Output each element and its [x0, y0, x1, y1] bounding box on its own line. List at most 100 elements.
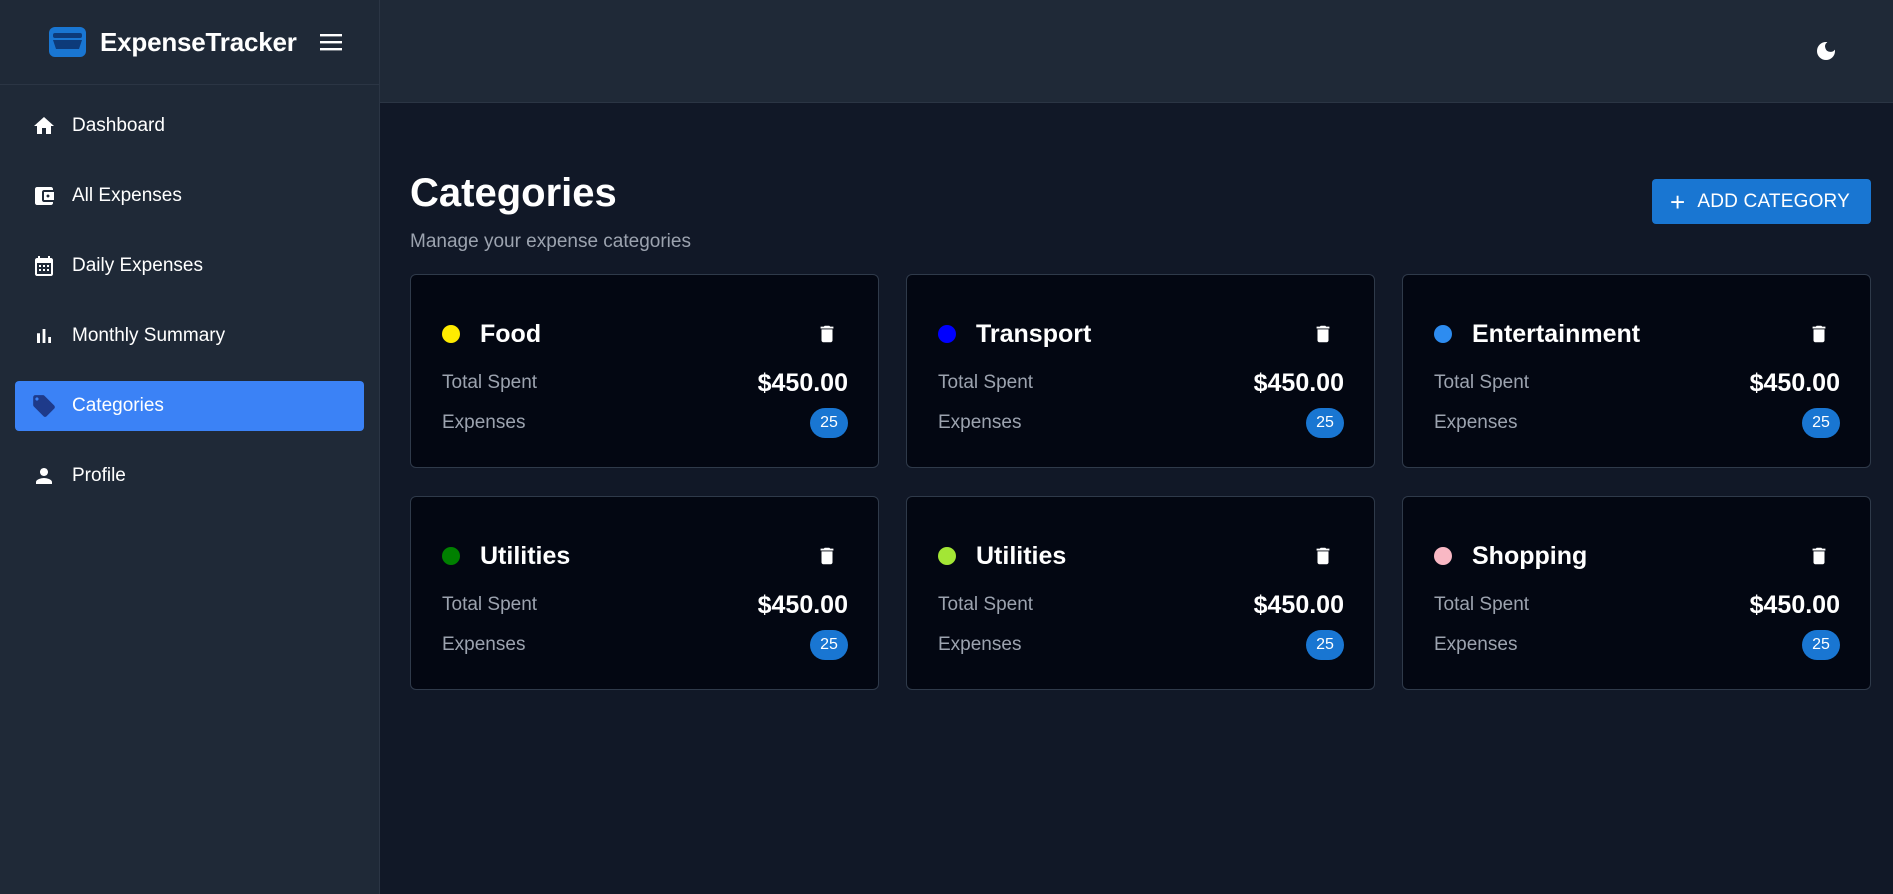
expenses-label: Expenses [442, 412, 526, 433]
category-card: Transport Total Spent $450.00 Expenses 2… [906, 274, 1375, 468]
expenses-row: Expenses 25 [938, 403, 1344, 443]
sidebar-item-label: All Expenses [72, 185, 182, 206]
total-spent-row: Total Spent $450.00 [938, 585, 1344, 625]
category-card-header: Utilities [442, 527, 848, 585]
hamburger-menu-icon[interactable] [319, 32, 343, 52]
category-color-dot [442, 547, 460, 565]
expenses-count-badge: 25 [1306, 630, 1344, 660]
sidebar-item-dashboard[interactable]: Dashboard [15, 101, 364, 151]
sidebar-item-all-expenses[interactable]: All Expenses [15, 171, 364, 221]
category-card-header: Food [442, 305, 848, 363]
sidebar-item-label: Categories [72, 395, 164, 416]
category-color-dot [1434, 325, 1452, 343]
total-spent-label: Total Spent [1434, 372, 1530, 393]
category-color-dot [1434, 547, 1452, 565]
category-color-dot [442, 325, 460, 343]
home-icon [31, 113, 57, 139]
total-spent-row: Total Spent $450.00 [442, 585, 848, 625]
sidebar-item-daily-expenses[interactable]: Daily Expenses [15, 241, 364, 291]
bar-chart-icon [31, 323, 57, 349]
total-spent-row: Total Spent $450.00 [1434, 585, 1840, 625]
expenses-label: Expenses [938, 634, 1022, 655]
total-spent-value: $450.00 [1253, 590, 1344, 619]
sidebar-item-categories[interactable]: Categories [15, 381, 364, 431]
total-spent-label: Total Spent [938, 594, 1034, 615]
expenses-count-badge: 25 [1802, 630, 1840, 660]
expenses-row: Expenses 25 [442, 625, 848, 665]
expenses-row: Expenses 25 [442, 403, 848, 443]
plus-icon: + [1669, 186, 1686, 217]
category-color-dot [938, 547, 956, 565]
expenses-row: Expenses 25 [1434, 625, 1840, 665]
sidebar-item-profile[interactable]: Profile [15, 451, 364, 501]
total-spent-value: $450.00 [1253, 368, 1344, 397]
expenses-label: Expenses [1434, 634, 1518, 655]
sidebar-item-label: Profile [72, 465, 126, 486]
total-spent-label: Total Spent [1434, 594, 1530, 615]
category-grid: Food Total Spent $450.00 Expenses 25 Tra… [410, 274, 1871, 690]
category-card: Entertainment Total Spent $450.00 Expens… [1402, 274, 1871, 468]
expenses-count-badge: 25 [1306, 408, 1344, 438]
category-name: Shopping [1472, 541, 1588, 570]
wallet-logo-icon [49, 27, 86, 57]
total-spent-value: $450.00 [757, 590, 848, 619]
sidebar-item-monthly-summary[interactable]: Monthly Summary [15, 311, 364, 361]
moon-icon[interactable] [1813, 38, 1839, 64]
category-card: Shopping Total Spent $450.00 Expenses 25 [1402, 496, 1871, 690]
main-area: Categories Manage your expense categorie… [380, 0, 1893, 894]
app-root: ExpenseTracker Dashboard All Expenses Da… [0, 0, 1893, 894]
categories-page: Categories Manage your expense categorie… [380, 103, 1893, 690]
category-card-header: Transport [938, 305, 1344, 363]
expenses-count-badge: 25 [1802, 408, 1840, 438]
page-subtitle: Manage your expense categories [410, 231, 691, 252]
delete-icon[interactable] [1308, 541, 1338, 571]
expenses-row: Expenses 25 [938, 625, 1344, 665]
category-name: Utilities [480, 541, 571, 570]
delete-icon[interactable] [1804, 319, 1834, 349]
total-spent-label: Total Spent [938, 372, 1034, 393]
category-card-header: Utilities [938, 527, 1344, 585]
total-spent-row: Total Spent $450.00 [938, 363, 1344, 403]
category-card: Utilities Total Spent $450.00 Expenses 2… [410, 496, 879, 690]
sidebar: ExpenseTracker Dashboard All Expenses Da… [0, 0, 380, 894]
category-card-header: Entertainment [1434, 305, 1840, 363]
category-name: Transport [976, 319, 1092, 348]
sidebar-item-label: Dashboard [72, 115, 165, 136]
app-name: ExpenseTracker [100, 26, 297, 57]
tag-icon [31, 393, 57, 419]
brand-header: ExpenseTracker [0, 0, 379, 85]
delete-icon[interactable] [1804, 541, 1834, 571]
sidebar-item-label: Monthly Summary [72, 325, 226, 346]
category-color-dot [938, 325, 956, 343]
total-spent-row: Total Spent $450.00 [442, 363, 848, 403]
sidebar-nav: Dashboard All Expenses Daily Expenses Mo… [0, 85, 379, 501]
expenses-label: Expenses [938, 412, 1022, 433]
total-spent-value: $450.00 [1749, 368, 1840, 397]
sidebar-item-label: Daily Expenses [72, 255, 203, 276]
category-card: Utilities Total Spent $450.00 Expenses 2… [906, 496, 1375, 690]
user-icon [31, 463, 57, 489]
calendar-icon [31, 253, 57, 279]
expenses-count-badge: 25 [810, 408, 848, 438]
delete-icon[interactable] [812, 319, 842, 349]
total-spent-value: $450.00 [1749, 590, 1840, 619]
category-card-header: Shopping [1434, 527, 1840, 585]
total-spent-value: $450.00 [757, 368, 848, 397]
add-category-label: ADD CATEGORY [1697, 190, 1850, 212]
add-category-button[interactable]: + ADD CATEGORY [1651, 179, 1871, 224]
delete-icon[interactable] [1308, 319, 1338, 349]
category-name: Utilities [976, 541, 1067, 570]
wallet-icon [31, 183, 57, 209]
expenses-count-badge: 25 [810, 630, 848, 660]
category-name: Entertainment [1472, 319, 1641, 348]
total-spent-label: Total Spent [442, 594, 538, 615]
total-spent-row: Total Spent $450.00 [1434, 363, 1840, 403]
top-bar [380, 0, 1893, 103]
delete-icon[interactable] [812, 541, 842, 571]
category-name: Food [480, 319, 542, 348]
expenses-label: Expenses [442, 634, 526, 655]
category-card: Food Total Spent $450.00 Expenses 25 [410, 274, 879, 468]
total-spent-label: Total Spent [442, 372, 538, 393]
expenses-row: Expenses 25 [1434, 403, 1840, 443]
expenses-label: Expenses [1434, 412, 1518, 433]
